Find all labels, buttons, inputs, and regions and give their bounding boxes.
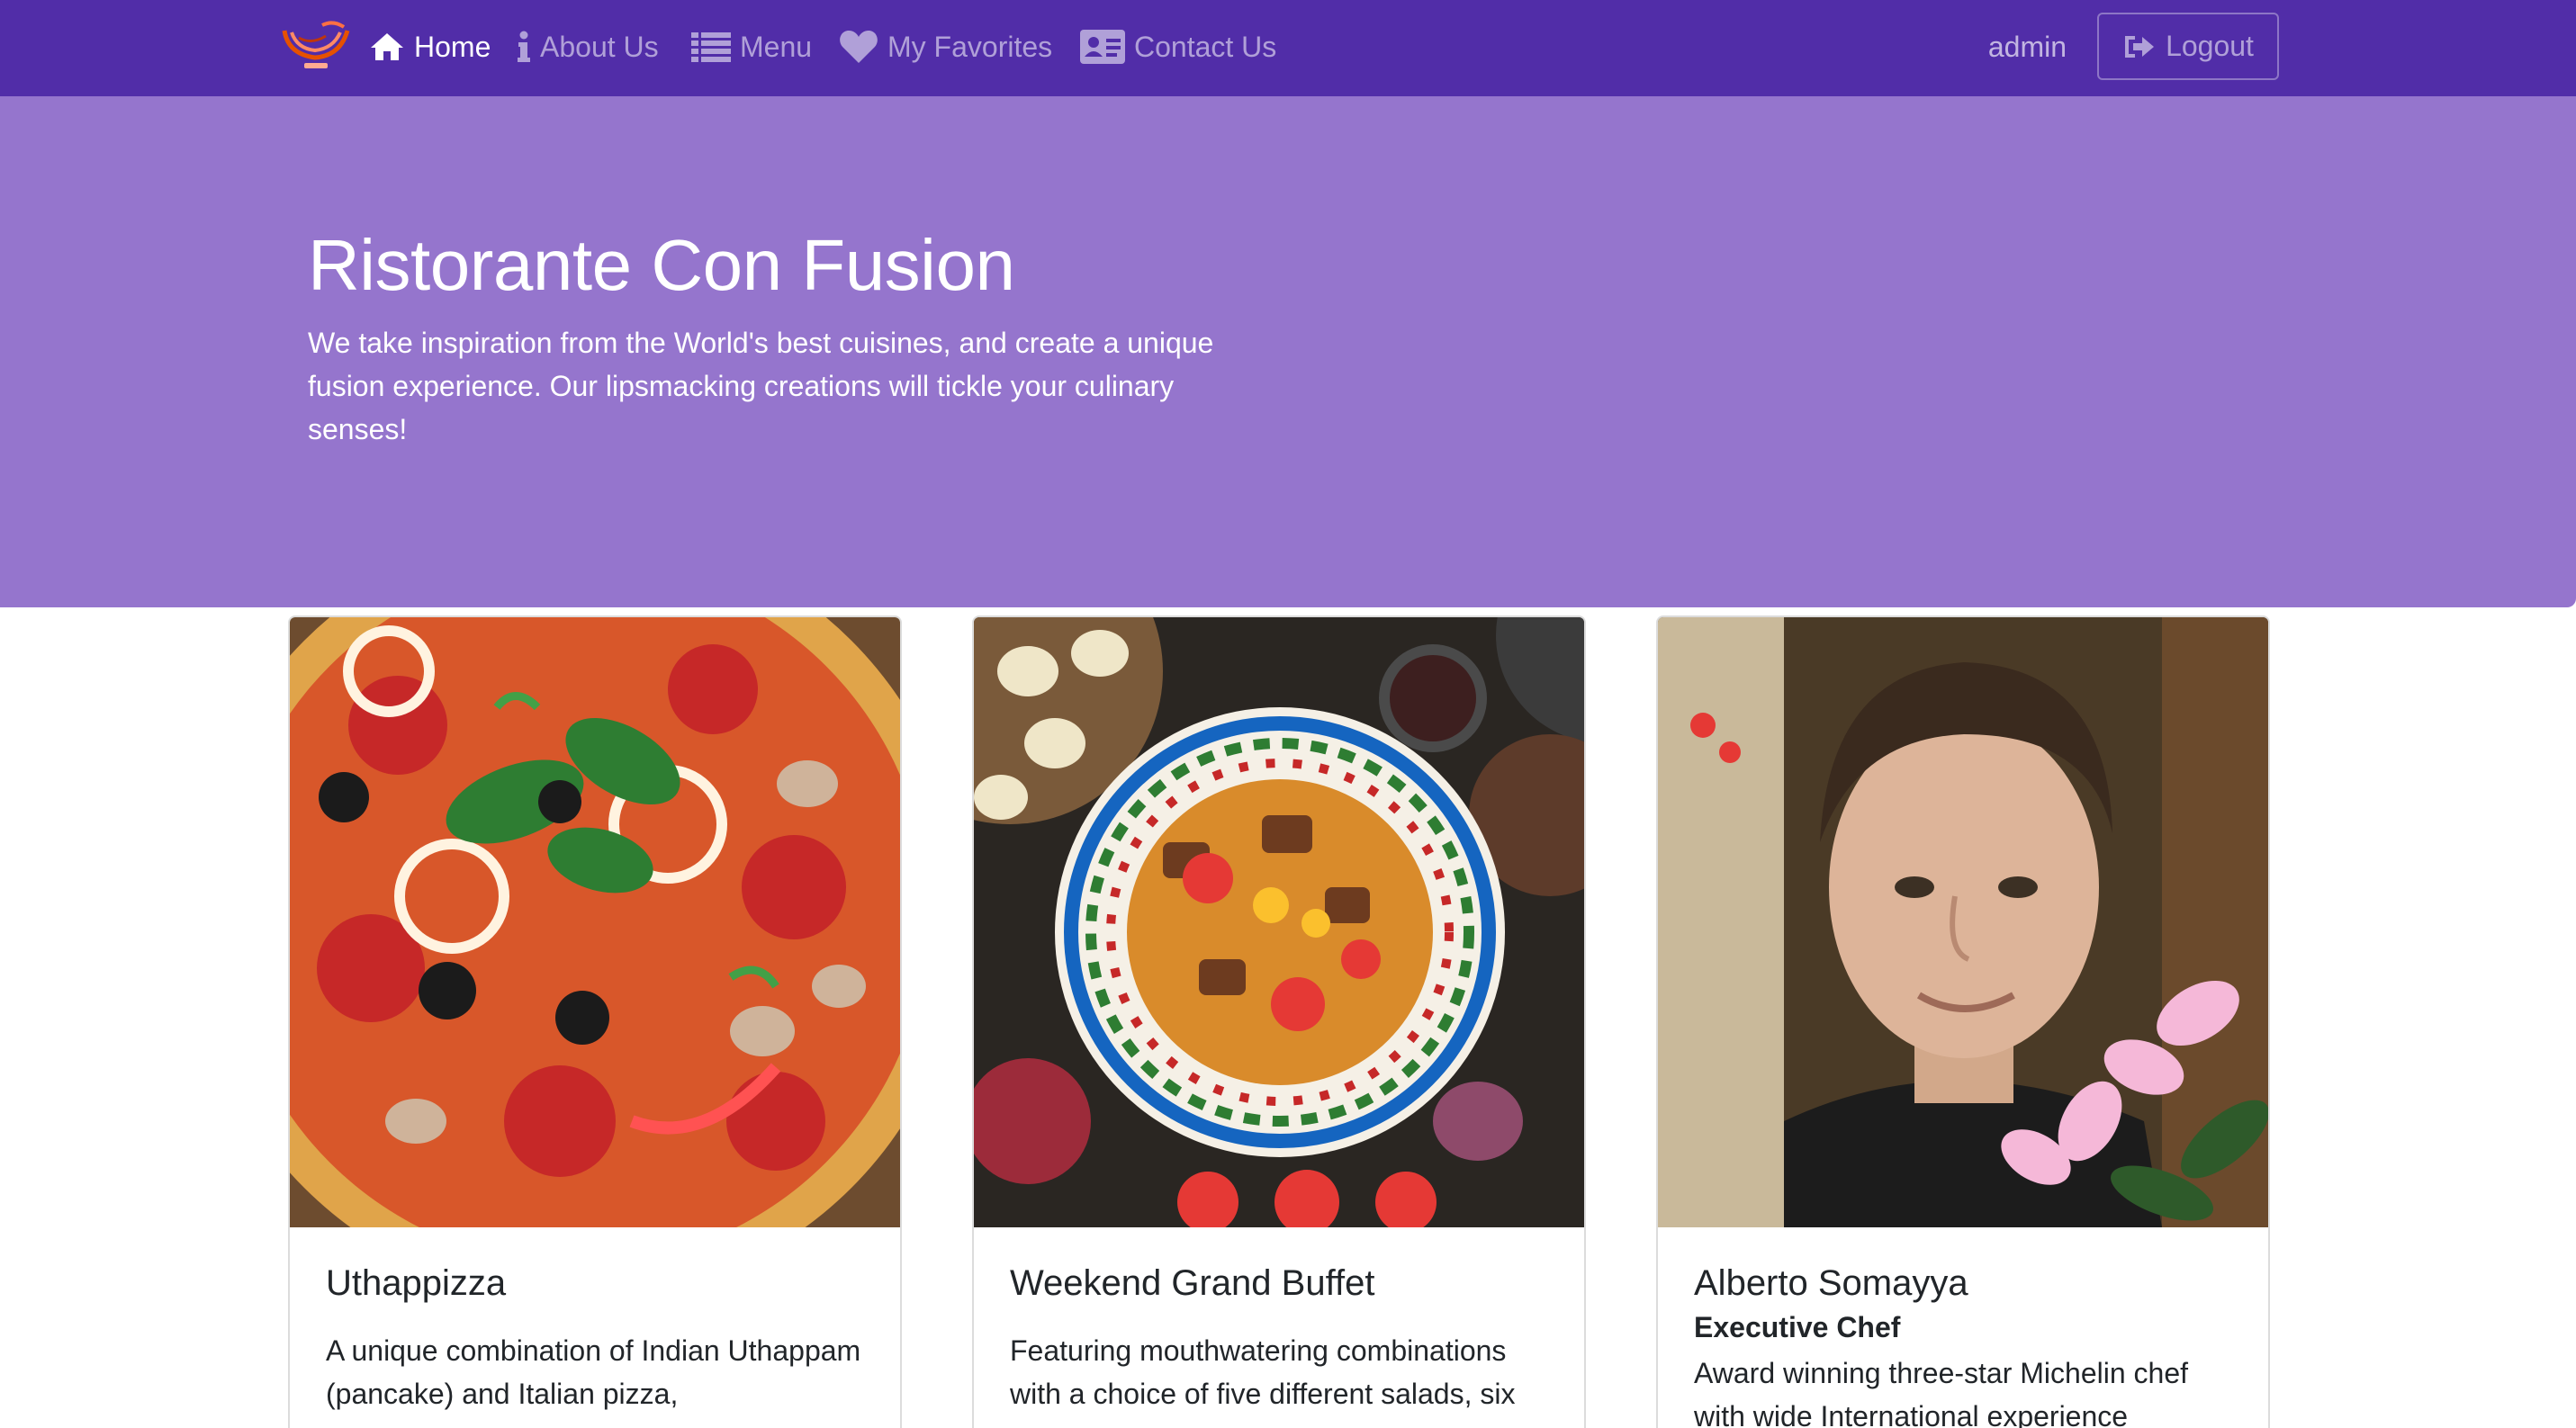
chef-portrait-photo (1658, 617, 2268, 1227)
pizza-photo (290, 617, 900, 1227)
hero-description: We take inspiration from the World's bes… (308, 327, 1214, 445)
nav-home[interactable]: Home (369, 23, 491, 70)
list-icon (691, 32, 731, 62)
card-subtitle: Executive Chef (1694, 1311, 1901, 1343)
username-label: admin (1987, 30, 2067, 63)
nav-about-us-label: About Us (540, 30, 659, 63)
nav-contact-us[interactable]: Contact Us (1080, 23, 1276, 70)
hero-banner: Ristorante Con Fusion We take inspiratio… (0, 96, 2576, 607)
restaurant-logo[interactable] (279, 18, 353, 74)
card-body: Weekend Grand Buffet Featuring mouthwate… (1010, 1263, 1550, 1415)
card-body: Alberto Somayya Executive Chef Award win… (1694, 1263, 2234, 1428)
nav-my-favorites[interactable]: My Favorites (839, 23, 1052, 70)
card-body: Uthappizza A unique combination of India… (326, 1263, 866, 1415)
navbar: Home About Us Menu My Favorites Contact … (0, 0, 2576, 96)
nav-menu[interactable]: Menu (691, 23, 812, 70)
sign-out-icon (2125, 35, 2155, 58)
info-icon (518, 31, 530, 62)
card-title: Alberto Somayya (1694, 1263, 1968, 1303)
card-title: Weekend Grand Buffet (1010, 1263, 1375, 1303)
heart-icon (840, 31, 878, 63)
home-icon (371, 33, 403, 60)
nav-home-label: Home (414, 30, 491, 63)
buffet-photo (974, 617, 1584, 1227)
nav-contact-us-label: Contact Us (1134, 30, 1277, 63)
nav-my-favorites-label: My Favorites (887, 30, 1053, 63)
card-description: A unique combination of Indian Uthappam … (326, 1334, 861, 1410)
card-title: Uthappizza (326, 1263, 507, 1303)
nav-about-us[interactable]: About Us (517, 23, 659, 70)
logout-label: Logout (2166, 30, 2254, 62)
card-description: Award winning three-star Michelin chef w… (1694, 1357, 2188, 1428)
featured-dish-card: Uthappizza A unique combination of India… (288, 615, 902, 1428)
address-card-icon (1080, 30, 1125, 64)
nav-menu-label: Menu (740, 30, 813, 63)
logout-button[interactable]: Logout (2097, 13, 2279, 80)
card-description: Featuring mouthwatering combinations wit… (1010, 1334, 1516, 1410)
featured-promotion-card: Weekend Grand Buffet Featuring mouthwate… (972, 615, 1586, 1428)
featured-leader-card: Alberto Somayya Executive Chef Award win… (1656, 615, 2270, 1428)
hero-title: Ristorante Con Fusion (308, 225, 1015, 305)
